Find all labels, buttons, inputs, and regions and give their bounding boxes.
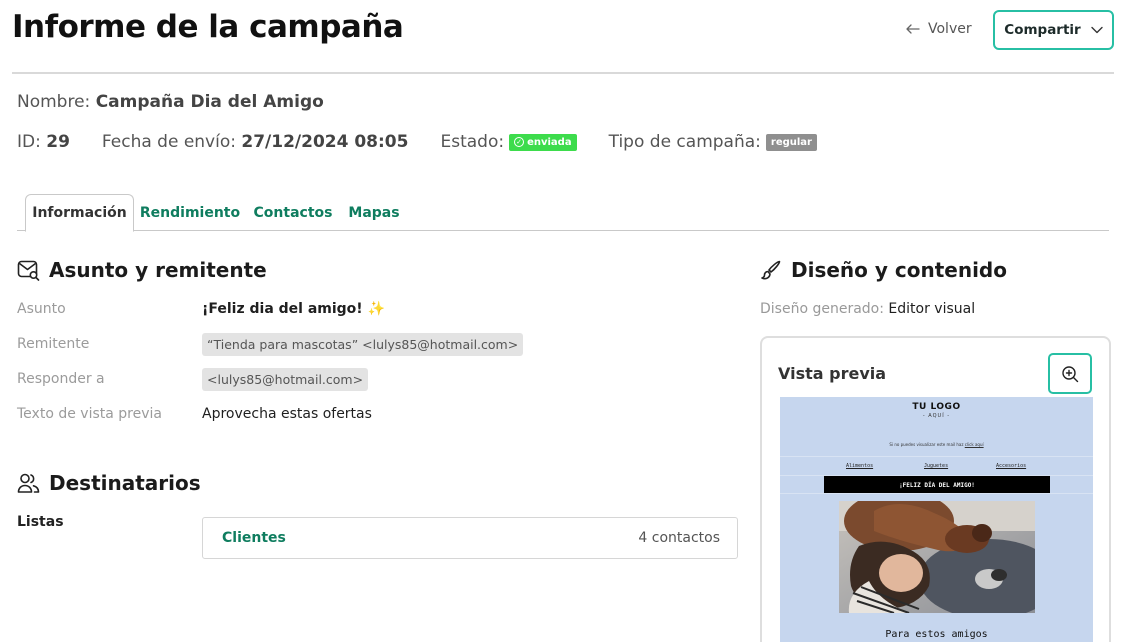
arrow-left-icon <box>906 24 920 34</box>
users-icon <box>17 473 40 493</box>
email-nav-item: Accesorios <box>996 463 1027 469</box>
tab-mapas[interactable]: Mapas <box>348 194 399 231</box>
list-item: Clientes 4 contactos <box>202 517 738 559</box>
field-label-responder: Responder a <box>17 371 105 387</box>
id-label: ID: <box>17 132 41 152</box>
campaign-meta: ID: 29 Fecha de envío: 27/12/2024 08:05 … <box>17 132 849 152</box>
field-label-remitente: Remitente <box>17 336 90 352</box>
date-label: Fecha de envío: <box>101 132 236 152</box>
preview-title: Vista previa <box>778 364 887 383</box>
design-section-title: Diseño y contenido <box>760 258 1007 282</box>
email-nav: Alimentos Juguetes Accesorios <box>780 463 1093 473</box>
email-notice-link: click aquí <box>964 442 984 447</box>
type-label: Tipo de campaña: <box>608 132 761 152</box>
subject-section-title: Asunto y remitente <box>17 258 267 282</box>
tab-bar: Información Rendimiento Contactos Mapas <box>17 194 1109 232</box>
email-footer-text: Para estos amigos <box>885 629 988 640</box>
reply-to-chip: <lulys85@hotmail.com> <box>202 368 369 391</box>
tab-contactos[interactable]: Contactos <box>254 194 333 231</box>
email-logo-sub: - AQUÍ - <box>922 413 951 419</box>
field-value-preview-text: Aprovecha estas ofertas <box>202 406 372 422</box>
email-notice: Si no puedes visualizar este mail haz cl… <box>780 442 1093 447</box>
email-preview[interactable]: TU LOGO - AQUÍ - Si no puedes visualizar… <box>780 397 1093 642</box>
list-name-link[interactable]: Clientes <box>222 530 286 546</box>
campaign-date: Fecha de envío: 27/12/2024 08:05 <box>102 132 409 152</box>
back-label: Volver <box>928 21 972 37</box>
recipients-section-title: Destinatarios <box>17 471 201 495</box>
share-button[interactable]: Compartir <box>993 10 1114 50</box>
date-value: 27/12/2024 08:05 <box>241 132 409 152</box>
page-header: Informe de la campaña Volver Compartir <box>0 0 1124 74</box>
field-label-preview-text: Texto de vista previa <box>17 406 162 422</box>
campaign-status: Estado: ✓ enviada <box>440 132 577 152</box>
email-nav-item: Alimentos <box>846 463 874 469</box>
zoom-button[interactable] <box>1048 353 1092 394</box>
email-divider <box>780 456 1093 457</box>
email-nav-item: Juguetes <box>924 463 949 469</box>
preview-card: Vista previa TU LOGO - AQUÍ - Si no pued… <box>760 336 1111 642</box>
header-divider <box>12 72 1114 74</box>
check-circle-icon: ✓ <box>514 137 525 147</box>
back-link[interactable]: Volver <box>906 21 972 37</box>
email-divider <box>780 493 1093 494</box>
email-banner: ¡FELIZ DÍA DEL AMIGO! <box>824 476 1050 494</box>
brush-icon <box>761 260 781 280</box>
campaign-name: Nombre: Campaña Dia del Amigo <box>17 92 324 112</box>
campaign-type: Tipo de campaña: regular <box>609 132 817 152</box>
subject-section-label: Asunto y remitente <box>49 258 267 282</box>
type-badge: regular <box>765 133 817 151</box>
tab-rendimiento[interactable]: Rendimiento <box>140 194 240 231</box>
field-value-asunto: ¡Feliz dia del amigo! ✨ <box>202 301 385 317</box>
share-label: Compartir <box>1004 22 1081 38</box>
email-hero-photo <box>839 501 1035 613</box>
campaign-id: ID: 29 <box>17 132 70 152</box>
status-value: enviada <box>527 136 572 148</box>
design-generated-label: Diseño generado: <box>760 301 884 317</box>
status-badge: ✓ enviada <box>509 133 577 151</box>
design-section-label: Diseño y contenido <box>791 258 1007 282</box>
tab-informacion[interactable]: Información <box>25 194 134 232</box>
chevron-down-icon <box>1091 26 1103 34</box>
status-label: Estado: <box>440 132 505 152</box>
page-title: Informe de la campaña <box>12 9 404 45</box>
mail-search-icon <box>17 260 40 281</box>
email-logo: TU LOGO <box>912 402 961 412</box>
field-label-asunto: Asunto <box>17 301 66 317</box>
zoom-in-icon <box>1062 365 1079 382</box>
dog-and-woman-photo <box>839 501 1035 613</box>
email-notice-text: Si no puedes visualizar este mail haz <box>889 442 964 447</box>
id-value: 29 <box>46 132 70 152</box>
name-value: Campaña Dia del Amigo <box>95 92 324 112</box>
lists-label: Listas <box>17 514 64 530</box>
sender-chip: “Tienda para mascotas” <lulys85@hotmail.… <box>202 333 524 356</box>
design-generated-value: Editor visual <box>888 301 976 317</box>
name-label: Nombre: <box>17 92 91 112</box>
design-generated: Diseño generado: Editor visual <box>760 301 975 317</box>
list-count: 4 contactos <box>638 530 720 546</box>
recipients-section-label: Destinatarios <box>49 471 201 495</box>
